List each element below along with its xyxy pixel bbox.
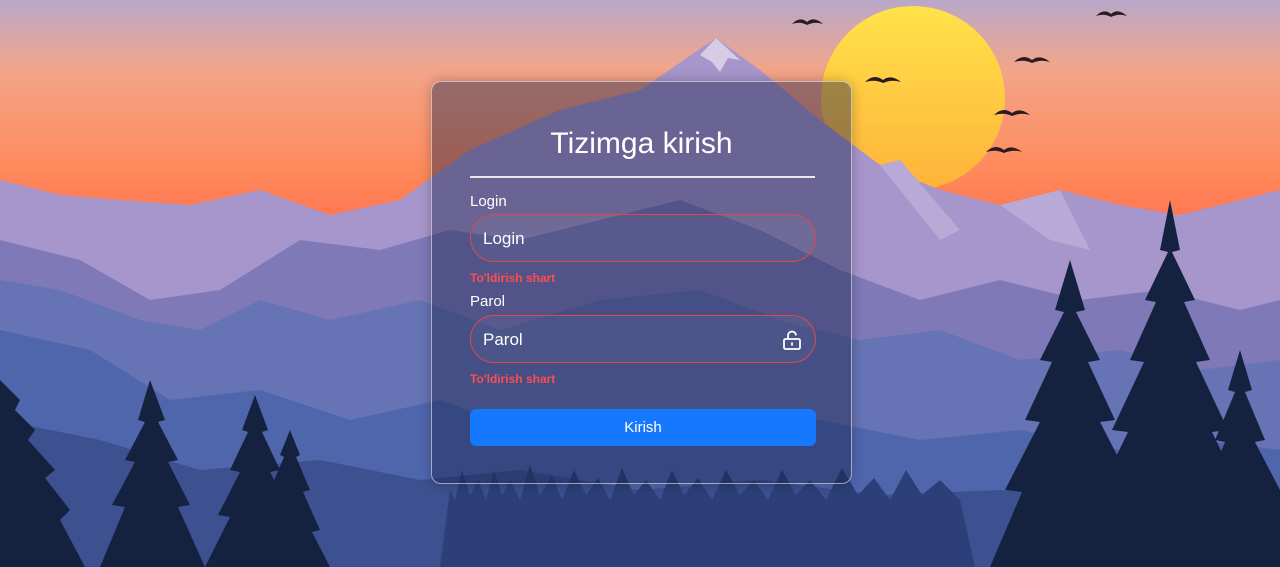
password-error: To'ldirish shart [470,372,556,386]
login-submit-button[interactable]: Kirish [470,409,816,446]
title-divider [470,176,815,178]
form-title: Tizimga kirish [550,127,733,160]
login-input[interactable] [481,215,775,263]
login-form: Tizimga kirish Login To'ldirish shart Pa… [431,81,852,484]
login-input-wrapper [470,214,816,263]
login-error: To'ldirish shart [470,271,556,285]
password-input-wrapper [470,315,816,364]
password-input[interactable] [481,316,775,364]
login-label: Login [470,193,507,210]
unlock-icon[interactable] [781,329,803,351]
password-label: Parol [470,293,506,310]
